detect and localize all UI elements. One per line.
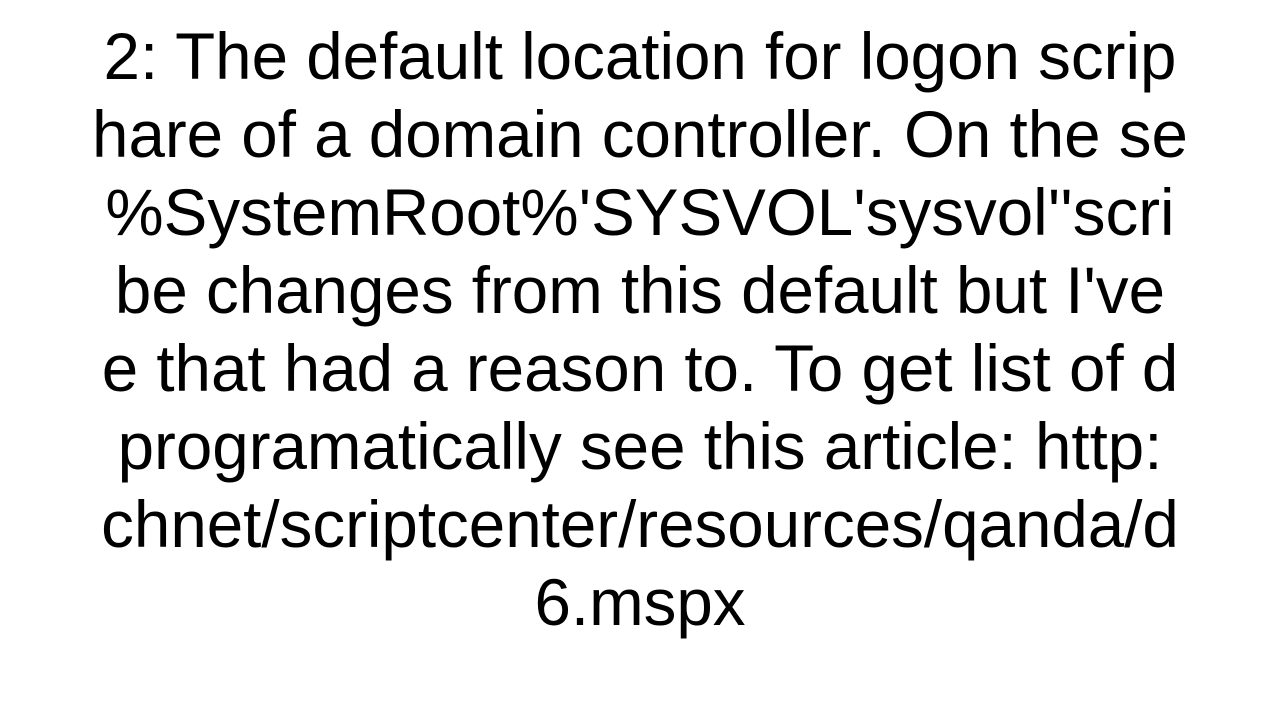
document-text-block: 2: The default location for logon scrip … — [0, 18, 1280, 642]
text-line-2: hare of a domain controller. On the se — [92, 98, 1188, 171]
text-line-5: e that had a reason to. To get list of d — [102, 332, 1179, 405]
text-line-1: 2: The default location for logon scrip — [104, 20, 1177, 93]
text-line-8: 6.mspx — [534, 566, 745, 639]
text-line-4: be changes from this default but I've — [115, 254, 1165, 327]
text-line-7: chnet/scriptcenter/resources/qanda/d — [101, 488, 1179, 561]
text-line-6: programatically see this article: http: — [118, 410, 1163, 483]
text-line-3: %SystemRoot%'SYSVOL'sysvol''scri — [105, 176, 1174, 249]
